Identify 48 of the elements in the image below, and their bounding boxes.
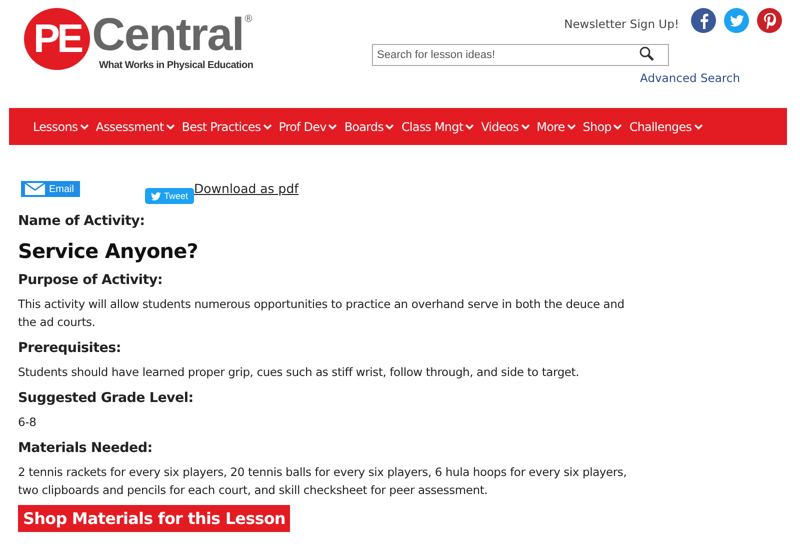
logo-mark: PE <box>24 8 90 70</box>
registered-mark: ® <box>243 14 254 25</box>
nav-item[interactable]: Best Practices <box>182 120 272 134</box>
nav-item[interactable]: Boards <box>344 120 394 134</box>
chevron-icon <box>328 124 338 130</box>
nav-item[interactable]: Challenges <box>629 120 703 134</box>
advanced-search-link[interactable]: Advanced Search <box>640 71 740 85</box>
shop-materials-button[interactable]: Shop Materials for this Lesson <box>18 505 290 532</box>
section-heading: Materials Needed: <box>18 440 154 456</box>
chevron-icon <box>80 124 89 130</box>
chevron-icon <box>566 124 576 130</box>
section-text: 6-8 <box>18 414 38 431</box>
logo-tagline: What Works in Physical Education <box>99 60 254 71</box>
section-text: Students should have learned proper grip, cues such as stiff wrist, follow through, and side to target. <box>18 364 580 381</box>
nav-item[interactable]: Assessment <box>96 120 175 134</box>
nav-item[interactable]: Videos <box>481 120 530 134</box>
chevron-icon <box>166 124 175 130</box>
email-button[interactable]: Email <box>21 181 80 197</box>
section-heading: Suggested Grade Level: <box>18 390 194 406</box>
nav-item[interactable]: Lessons <box>33 120 89 134</box>
section-heading: Prerequisites: <box>18 340 122 356</box>
tweet-button[interactable]: Tweet <box>145 188 194 204</box>
nav-item[interactable]: Shop <box>582 120 622 134</box>
bird-icon <box>151 192 162 200</box>
download-pdf-link[interactable]: Download as pdf <box>194 181 299 196</box>
search-field[interactable]: Search for lesson ideas! <box>372 44 669 66</box>
chevron-icon <box>385 124 394 130</box>
activity-title: Service Anyone? <box>18 239 200 263</box>
logo[interactable]: PE Central® What Works in Physical Education <box>24 8 254 100</box>
section-heading: Name of Activity: <box>18 213 146 229</box>
twitter-icon[interactable] <box>724 8 749 33</box>
chevron-icon <box>694 124 703 130</box>
nav-item[interactable]: Class Mngt <box>401 120 474 134</box>
chevron-icon <box>613 124 622 130</box>
envelope-icon <box>25 183 45 195</box>
search-icon[interactable] <box>639 46 655 62</box>
chevron-icon <box>465 124 474 130</box>
facebook-icon[interactable] <box>691 8 716 33</box>
chevron-icon <box>520 124 530 130</box>
nav-item[interactable]: Prof Dev <box>278 120 338 134</box>
nav-item[interactable]: More <box>536 120 576 134</box>
section-heading: Purpose of Activity: <box>18 272 164 288</box>
logo-wordmark: Central <box>92 8 244 60</box>
section-text: This activity will allow students numerous opportunities to practice an overhand serve in both the deuce and the ad courts. <box>18 296 626 331</box>
pinterest-icon[interactable] <box>757 8 782 33</box>
section-text: 2 tennis rackets for every six players, 20 tennis balls for every six players, 6 hula hoops for every six players, two clipboards and pencils for each court, and skill checksheet for peer assessment. <box>18 464 628 499</box>
chevron-icon <box>262 124 272 130</box>
newsletter-link[interactable]: Newsletter Sign Up! <box>564 16 679 30</box>
